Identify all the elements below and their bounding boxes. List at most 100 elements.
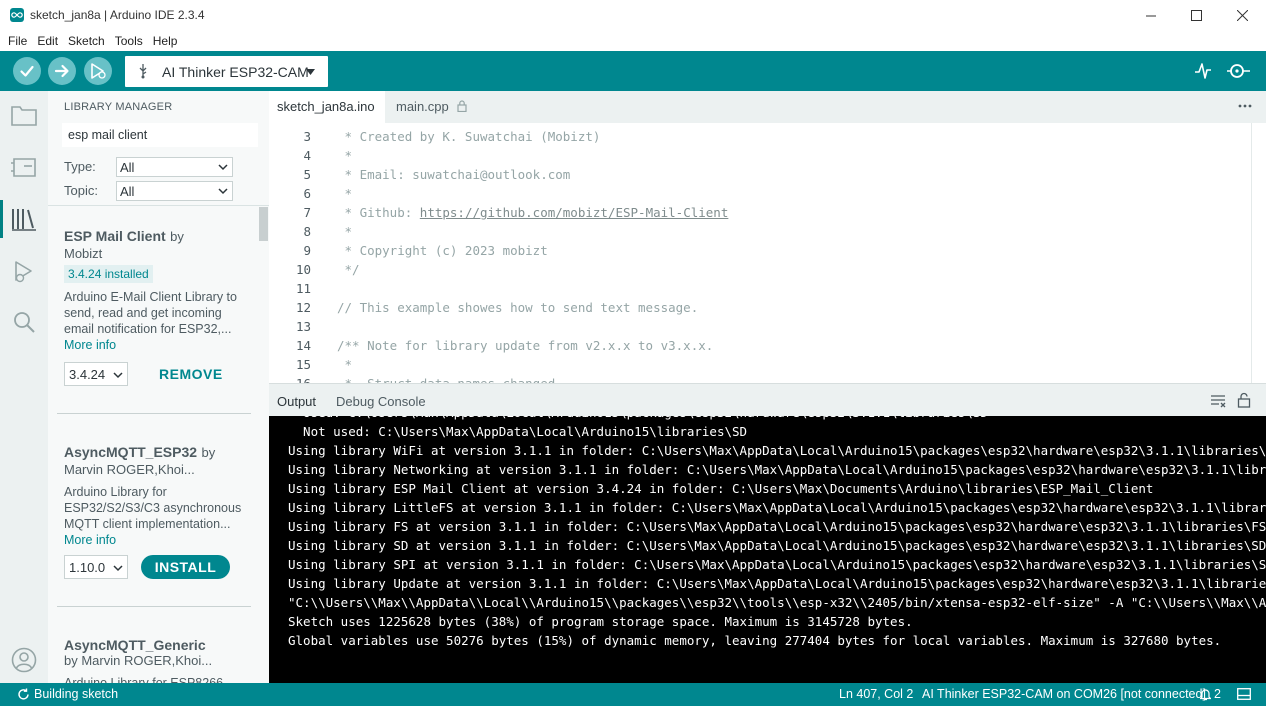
notifications-button[interactable]: 2 xyxy=(1200,687,1221,701)
window-title: sketch_jan8a | Arduino IDE 2.3.4 xyxy=(30,8,205,22)
code-line: * Created by K. Suwatchai (Mobizt) xyxy=(337,129,601,144)
editor-scrollbar[interactable] xyxy=(1251,123,1252,383)
code-line: * xyxy=(337,186,353,201)
library-name: AsyncMQTT_Generic xyxy=(64,637,206,653)
close-window-button[interactable] xyxy=(1219,0,1265,31)
toggle-output-button[interactable] xyxy=(1237,688,1251,703)
library-by: by xyxy=(170,229,184,244)
account-button[interactable] xyxy=(10,646,38,674)
menu-help[interactable]: Help xyxy=(148,31,183,51)
output-line: Using library Networking at version 3.1.… xyxy=(288,462,1266,477)
code-line: * xyxy=(337,357,353,372)
library-list-scrollbar[interactable] xyxy=(259,207,268,241)
more-info-link[interactable]: More info xyxy=(64,337,252,353)
library-item: ESP Mail Client by Mobizt 3.4.24 install… xyxy=(64,228,252,353)
more-actions-button[interactable] xyxy=(1238,97,1252,118)
tab-main-cpp[interactable]: main.cpp xyxy=(396,99,467,114)
library-description: Arduino Library for ESP32/S2/S3/C3 async… xyxy=(64,485,242,531)
divider xyxy=(57,413,251,414)
line-number: 5 xyxy=(303,167,311,182)
tab-sketch-ino[interactable]: sketch_jan8a.ino xyxy=(269,91,385,123)
board-selector[interactable]: AI Thinker ESP32-CAM xyxy=(125,56,328,87)
library-item: AsyncMQTT_ESP32 by Marvin ROGER,Khoi... … xyxy=(64,444,252,548)
code-text: * Struct data names changed xyxy=(337,376,556,383)
chevron-down-icon xyxy=(113,565,123,572)
version-value: 1.10.0 xyxy=(69,560,106,575)
search-button[interactable] xyxy=(10,308,38,336)
sketchbook-button[interactable] xyxy=(10,101,38,129)
debug-view-button[interactable] xyxy=(10,257,38,285)
output-line: Not used: C:\Users\Max\AppData\Local\Ard… xyxy=(288,424,748,439)
output-line: Used: C:\Users\Max\AppData\Local\Arduino… xyxy=(288,416,988,420)
library-manager-button[interactable] xyxy=(10,205,38,233)
upload-icon xyxy=(54,64,69,78)
code-line: // This example showes how to send text … xyxy=(337,300,698,315)
type-filter-select[interactable]: All xyxy=(116,157,233,177)
serial-monitor-button[interactable] xyxy=(1227,61,1251,86)
code-editor[interactable]: 3 * Created by K. Suwatchai (Mobizt) 4 * 5… xyxy=(269,123,1266,383)
output-line: Global variables use 50276 bytes (15%) o… xyxy=(288,633,1222,648)
code-line: /** Note for library update from v2.x.x … xyxy=(337,338,713,353)
debug-button[interactable] xyxy=(84,57,112,85)
minimize-button[interactable] xyxy=(1128,0,1174,31)
title-bar: sketch_jan8a | Arduino IDE 2.3.4 xyxy=(0,0,1266,31)
line-number: 12 xyxy=(295,300,311,315)
more-info-link[interactable]: More info xyxy=(64,532,252,548)
chevron-down-icon xyxy=(306,69,315,75)
code-text: * xyxy=(337,148,353,163)
line-number: 11 xyxy=(295,281,311,296)
version-select[interactable]: 3.4.24 xyxy=(64,362,128,386)
build-status-text: Building sketch xyxy=(34,687,119,701)
serial-plotter-button[interactable] xyxy=(1193,61,1213,86)
library-search-input[interactable] xyxy=(62,123,258,147)
line-number: 7 xyxy=(303,205,311,220)
install-button[interactable]: INSTALL xyxy=(141,555,230,579)
status-bar: Building sketch Ln 407, Col 2 AI Thinker… xyxy=(0,683,1266,706)
output-console[interactable]: Used: C:\Users\Max\AppData\Local\Arduino… xyxy=(269,416,1266,683)
code-link[interactable]: https://github.com/mobizt/ESP-Mail-Clien… xyxy=(420,205,729,220)
remove-button[interactable]: REMOVE xyxy=(159,366,223,382)
menu-tools[interactable]: Tools xyxy=(110,31,148,51)
board-port-status[interactable]: AI Thinker ESP32-CAM on COM26 [not conne… xyxy=(922,687,1206,701)
topic-filter-value: All xyxy=(120,184,135,199)
chevron-down-icon xyxy=(218,164,228,171)
chevron-down-icon xyxy=(218,188,228,195)
panel-title: LIBRARY MANAGER xyxy=(64,101,173,113)
line-number: 3 xyxy=(303,129,311,144)
code-text: * xyxy=(337,224,353,239)
line-number: 9 xyxy=(303,243,311,258)
active-indicator xyxy=(0,200,3,238)
code-line: * Github: https://github.com/mobizt/ESP-… xyxy=(337,205,729,220)
menu-file[interactable]: File xyxy=(3,31,32,51)
version-select[interactable]: 1.10.0 xyxy=(64,555,128,579)
output-line: Sketch uses 1225628 bytes (38%) of progr… xyxy=(288,614,913,629)
code-text: * xyxy=(337,186,353,201)
menu-edit[interactable]: Edit xyxy=(32,31,63,51)
verify-button[interactable] xyxy=(13,57,41,85)
line-number: 8 xyxy=(303,224,311,239)
menu-sketch[interactable]: Sketch xyxy=(63,31,110,51)
usb-icon xyxy=(139,64,147,79)
folder-icon xyxy=(11,106,37,126)
sync-icon xyxy=(18,688,29,700)
output-line: "C:\\Users\\Max\\AppData\\Local\\Arduino… xyxy=(288,595,1266,610)
toolbar: AI Thinker ESP32-CAM xyxy=(0,51,1266,91)
serial-plotter-icon xyxy=(1195,63,1211,79)
code-line: * Email: suwatchai@outlook.com xyxy=(337,167,571,182)
library-manager-panel: LIBRARY MANAGER Type: All Topic: All ESP… xyxy=(48,91,269,683)
code-text: /** Note for library update from v2.x.x … xyxy=(337,338,714,353)
clear-output-button[interactable] xyxy=(1210,394,1226,413)
boards-manager-button[interactable] xyxy=(10,153,38,181)
library-name: ESP Mail Client xyxy=(64,228,166,244)
code-text: // This example showes how to send text … xyxy=(337,300,699,315)
tab-output[interactable]: Output xyxy=(277,394,316,409)
tab-label: sketch_jan8a.ino xyxy=(277,99,375,114)
library-description: Arduino Library for ESP8266... xyxy=(64,676,234,683)
maximize-button[interactable] xyxy=(1173,0,1219,31)
cursor-position[interactable]: Ln 407, Col 2 xyxy=(839,687,913,701)
scroll-lock-button[interactable] xyxy=(1237,392,1251,413)
topic-filter-select[interactable]: All xyxy=(116,181,233,201)
upload-button[interactable] xyxy=(48,57,76,85)
code-line: * xyxy=(337,148,353,163)
tab-debug-console[interactable]: Debug Console xyxy=(336,394,426,409)
